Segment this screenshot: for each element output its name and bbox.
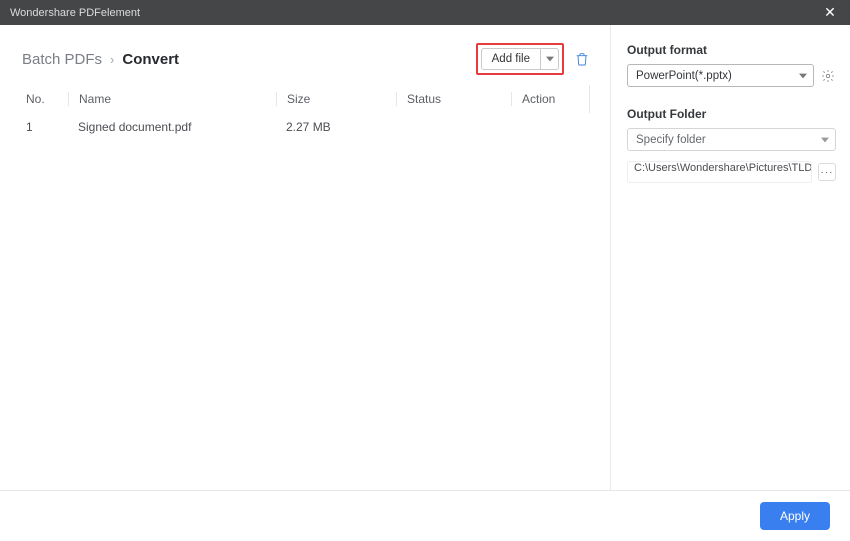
gear-icon[interactable] (820, 68, 836, 84)
browse-button[interactable]: ··· (818, 163, 836, 181)
chevron-right-icon: › (110, 52, 114, 67)
add-file-button[interactable]: Add file (481, 48, 541, 70)
chevron-down-icon (799, 73, 807, 79)
col-name: Name (68, 92, 276, 106)
col-status: Status (396, 92, 511, 106)
output-format-label: Output format (627, 43, 836, 57)
cell-no: 1 (20, 120, 68, 134)
output-folder-value: Specify folder (636, 134, 706, 146)
col-size: Size (276, 92, 396, 106)
trash-icon[interactable] (574, 51, 590, 67)
table-header: No. Name Size Status Action (20, 85, 590, 113)
apply-button[interactable]: Apply (760, 502, 830, 530)
output-format-select[interactable]: PowerPoint(*.pptx) (627, 64, 814, 87)
breadcrumb-current: Convert (122, 51, 179, 68)
output-folder-select[interactable]: Specify folder (627, 128, 836, 151)
col-action: Action (511, 92, 571, 106)
close-icon[interactable]: ✕ (820, 4, 840, 21)
cell-name: Signed document.pdf (68, 120, 276, 134)
add-file-highlight: Add file (476, 43, 564, 75)
chevron-down-icon (821, 137, 829, 143)
breadcrumb: Batch PDFs › Convert (22, 51, 179, 68)
col-no: No. (20, 92, 68, 106)
breadcrumb-prev[interactable]: Batch PDFs (22, 51, 102, 68)
output-folder-label: Output Folder (627, 107, 836, 121)
output-folder-path[interactable]: C:\Users\Wondershare\Pictures\TLDR T (627, 161, 812, 183)
output-format-value: PowerPoint(*.pptx) (636, 70, 732, 82)
table-row[interactable]: 1 Signed document.pdf 2.27 MB (20, 113, 590, 141)
cell-size: 2.27 MB (276, 120, 396, 134)
add-file-dropdown[interactable] (541, 48, 559, 70)
title-bar: Wondershare PDFelement ✕ (0, 0, 850, 25)
app-title: Wondershare PDFelement (10, 7, 140, 19)
